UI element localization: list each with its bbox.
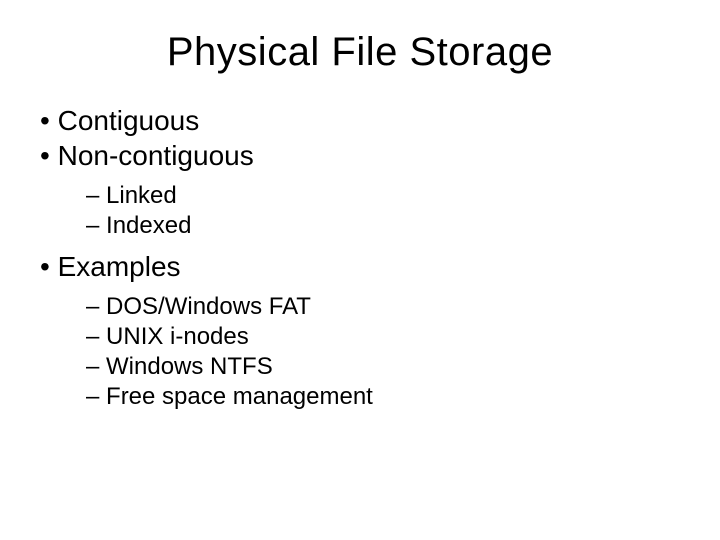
bullet-text: Non-contiguous <box>58 140 254 171</box>
bullet-text: Linked <box>106 182 177 209</box>
subbullet-unix-inodes: – UNIX i-nodes <box>86 322 690 352</box>
bullet-marker: • <box>40 140 50 171</box>
bullet-text: Examples <box>58 251 181 282</box>
dash-marker: – <box>86 182 99 209</box>
bullet-contiguous: • Contiguous <box>40 103 690 138</box>
subbullet-free-space: – Free space management <box>86 382 690 412</box>
bullet-text: Indexed <box>106 212 191 239</box>
bullet-examples: • Examples <box>40 249 690 284</box>
bullet-text: Free space management <box>106 383 373 410</box>
dash-marker: – <box>86 323 99 350</box>
dash-marker: – <box>86 353 99 380</box>
subbullet-linked: – Linked <box>86 181 690 211</box>
bullet-text: Windows NTFS <box>106 353 273 380</box>
bullet-text: UNIX i-nodes <box>106 323 249 350</box>
bullet-text: DOS/Windows FAT <box>106 293 311 320</box>
subbullet-dos-fat: – DOS/Windows FAT <box>86 292 690 322</box>
bullet-text: Contiguous <box>58 105 200 136</box>
subbullet-indexed: – Indexed <box>86 211 690 241</box>
dash-marker: – <box>86 212 99 239</box>
dash-marker: – <box>86 383 99 410</box>
bullet-marker: • <box>40 251 50 282</box>
subbullet-windows-ntfs: – Windows NTFS <box>86 352 690 382</box>
dash-marker: – <box>86 293 99 320</box>
bullet-marker: • <box>40 105 50 136</box>
slide-title: Physical File Storage <box>90 30 630 75</box>
bullet-non-contiguous: • Non-contiguous <box>40 138 690 173</box>
